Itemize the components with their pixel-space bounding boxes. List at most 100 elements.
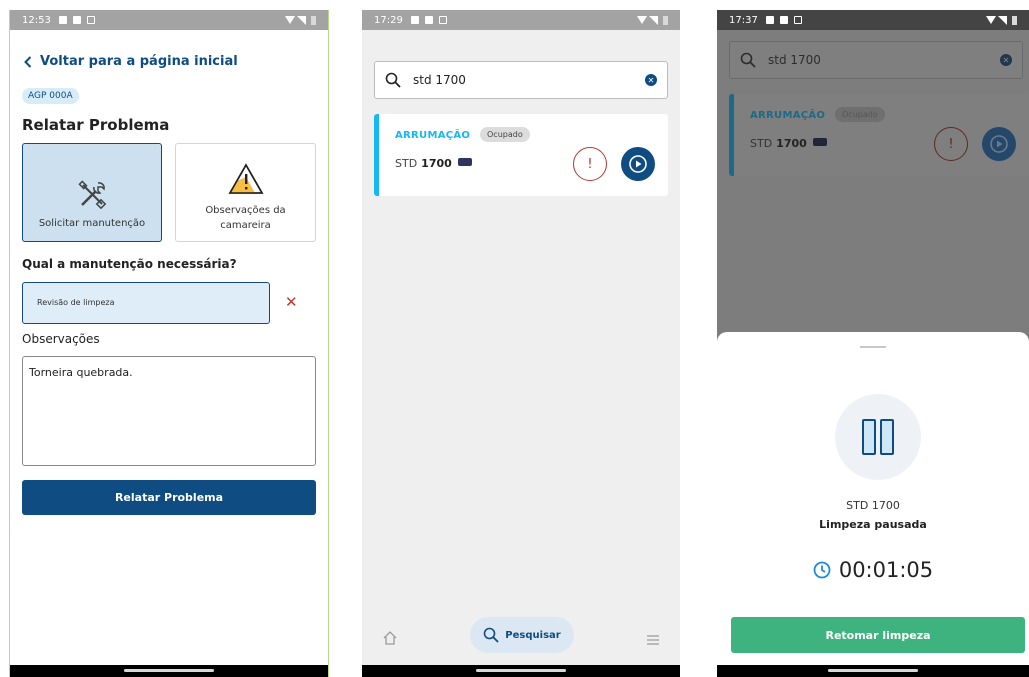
pause-icon xyxy=(835,394,921,480)
resume-cleaning-button[interactable]: Retomar limpeza xyxy=(731,617,1025,653)
sim-status-icon xyxy=(779,16,788,24)
search-input[interactable]: std 1700 xyxy=(413,73,466,87)
sim-status-icon xyxy=(72,16,81,24)
system-nav-bar xyxy=(362,665,680,677)
clear-search-icon[interactable]: ✕ xyxy=(645,74,657,86)
tab-home[interactable] xyxy=(382,630,398,650)
system-nav-bar xyxy=(717,665,1029,677)
option-housekeeper-notes[interactable]: Observações da camareira xyxy=(175,143,316,242)
signal-icon xyxy=(998,15,1007,25)
exclamation-icon: ! xyxy=(948,136,954,152)
task-category: ARRUMAÇÃO xyxy=(750,110,826,121)
search-input: std 1700 xyxy=(768,53,821,67)
search-icon xyxy=(385,72,401,88)
clear-search-icon: ✕ xyxy=(1000,54,1012,66)
home-gesture-pill[interactable] xyxy=(124,669,214,672)
maintenance-question: Qual a manutenção necessária? xyxy=(22,257,237,271)
shield-status-icon xyxy=(765,16,774,24)
pause-bar-left xyxy=(862,419,876,455)
search-icon xyxy=(483,627,499,643)
search-field: std 1700 ✕ xyxy=(729,41,1023,79)
search-field[interactable]: std 1700 ✕ xyxy=(374,61,668,99)
exclamation-icon: ! xyxy=(587,156,593,172)
option-label: Observações da camareira xyxy=(205,205,286,231)
wifi-icon xyxy=(637,16,647,24)
dimmed-background[interactable]: std 1700 ✕ ARRUMAÇÃO Ocupado STD 1700 ! xyxy=(717,30,1029,342)
task-category: ARRUMAÇÃO xyxy=(395,130,471,141)
tools-icon xyxy=(78,180,107,210)
back-link[interactable]: Voltar para a página inicial xyxy=(24,54,238,69)
status-bar: 12:53 xyxy=(10,10,328,30)
start-cleaning-button[interactable] xyxy=(621,147,655,181)
room-label: STD 1700 xyxy=(395,157,472,170)
room-type: STD xyxy=(750,137,773,150)
status-time: 17:37 xyxy=(729,14,758,26)
home-gesture-pill[interactable] xyxy=(476,669,566,672)
home-icon xyxy=(383,631,397,645)
search-results-screen: std 1700 ✕ ARRUMAÇÃO Ocupado STD 1700 ! P… xyxy=(362,10,680,677)
occupancy-badge: Ocupado xyxy=(480,127,530,142)
option-request-maintenance[interactable]: Solicitar manutenção xyxy=(22,143,162,242)
bottom-tab-bar: Pesquisar xyxy=(362,613,680,665)
report-problem-icon-button: ! xyxy=(934,127,968,161)
wifi-icon xyxy=(285,16,295,24)
notes-textarea[interactable]: Torneira quebrada. xyxy=(22,356,316,466)
battery-icon xyxy=(311,15,316,25)
maintenance-select[interactable]: Revisão de limpeza xyxy=(22,282,270,324)
menu-icon xyxy=(647,635,659,645)
notification-status-icon xyxy=(793,16,802,24)
room-code-badge: AGP 000A xyxy=(22,88,79,104)
play-icon xyxy=(990,135,1008,153)
back-link-label: Voltar para a página inicial xyxy=(40,54,238,69)
close-icon: ✕ xyxy=(285,293,298,311)
tab-search-label: Pesquisar xyxy=(505,629,561,641)
battery-icon xyxy=(663,15,668,25)
report-problem-button[interactable]: Relatar Problema xyxy=(22,480,316,515)
status-time: 17:29 xyxy=(374,14,403,26)
tab-search[interactable]: Pesquisar xyxy=(470,617,574,653)
status-time: 12:53 xyxy=(22,14,51,26)
room-type: STD xyxy=(395,157,418,170)
room-label: STD 1700 xyxy=(750,137,827,150)
shield-status-icon xyxy=(58,16,67,24)
cleaning-paused-screen: std 1700 ✕ ARRUMAÇÃO Ocupado STD 1700 ! S… xyxy=(717,10,1029,677)
wifi-icon xyxy=(986,16,996,24)
occupancy-badge: Ocupado xyxy=(835,107,885,122)
room-number: 1700 xyxy=(776,137,807,150)
report-problem-screen: 12:53 Voltar para a página inicial AGP 0… xyxy=(9,10,329,677)
sheet-drag-handle[interactable] xyxy=(860,346,886,348)
bottom-sheet: STD 1700 Limpeza pausada 00:01:05 Retoma… xyxy=(717,332,1029,665)
report-problem-icon-button[interactable]: ! xyxy=(573,147,607,181)
notification-status-icon xyxy=(86,16,95,24)
search-icon xyxy=(740,52,756,68)
signal-icon xyxy=(649,15,658,25)
room-card: ARRUMAÇÃO Ocupado STD 1700 ! xyxy=(729,94,1029,176)
play-icon xyxy=(629,155,647,173)
room-card[interactable]: ARRUMAÇÃO Ocupado STD 1700 ! xyxy=(374,114,668,196)
chevron-left-icon xyxy=(24,55,32,68)
sim-status-icon xyxy=(424,16,433,24)
option-label: Solicitar manutenção xyxy=(38,218,146,229)
warning-icon xyxy=(228,163,263,194)
start-cleaning-button xyxy=(982,127,1016,161)
pause-bar-right xyxy=(880,419,894,455)
status-bar: 17:37 xyxy=(717,10,1029,30)
tab-menu[interactable] xyxy=(646,631,660,650)
bed-icon xyxy=(457,158,472,166)
room-number: 1700 xyxy=(421,157,452,170)
shield-status-icon xyxy=(410,16,419,24)
clock-icon xyxy=(813,561,831,579)
signal-icon xyxy=(297,15,306,25)
sheet-status: Limpeza pausada xyxy=(819,518,927,531)
system-nav-bar xyxy=(10,665,328,677)
search-body: std 1700 ✕ ARRUMAÇÃO Ocupado STD 1700 ! xyxy=(362,30,680,665)
page-title: Relatar Problema xyxy=(22,116,170,134)
bed-icon xyxy=(812,138,827,146)
notification-status-icon xyxy=(438,16,447,24)
home-gesture-pill[interactable] xyxy=(828,669,918,672)
sheet-room: STD 1700 xyxy=(846,499,900,512)
clear-selection-button[interactable]: ✕ xyxy=(285,293,298,311)
battery-icon xyxy=(1012,15,1017,25)
elapsed-timer: 00:01:05 xyxy=(717,558,1029,582)
notes-label: Observações xyxy=(22,332,100,346)
